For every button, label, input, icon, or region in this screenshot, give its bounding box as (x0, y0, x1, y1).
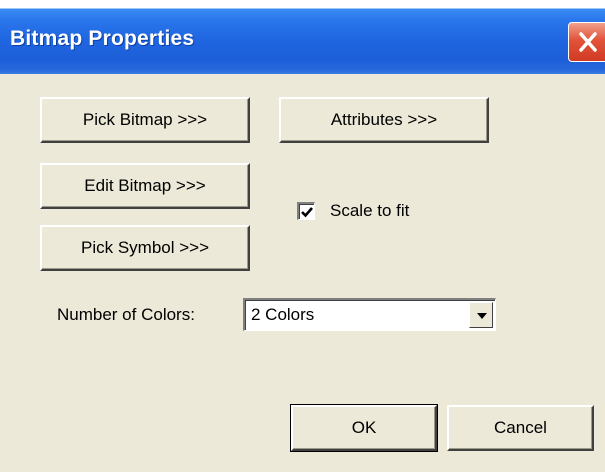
pick-symbol-button[interactable]: Pick Symbol >>> (40, 225, 250, 271)
ok-button[interactable]: OK (290, 404, 438, 452)
number-of-colors-label: Number of Colors: (57, 305, 195, 324)
edit-bitmap-button[interactable]: Edit Bitmap >>> (40, 163, 250, 209)
pick-bitmap-button[interactable]: Pick Bitmap >>> (40, 97, 250, 143)
close-button[interactable] (568, 22, 605, 62)
scale-to-fit-label: Scale to fit (330, 201, 410, 220)
scale-to-fit-checkbox[interactable] (297, 202, 315, 220)
number-of-colors-select[interactable]: 2 Colors (243, 298, 496, 331)
bitmap-properties-dialog: Bitmap Properties Pick Bitmap >>> Attrib… (0, 0, 605, 472)
scale-to-fit-option[interactable]: Scale to fit (297, 199, 409, 223)
window-title: Bitmap Properties (10, 27, 195, 50)
attributes-button[interactable]: Attributes >>> (279, 97, 489, 143)
dropdown-button[interactable] (469, 302, 493, 328)
number-of-colors-value: 2 Colors (251, 305, 315, 324)
title-bar: Bitmap Properties (0, 0, 605, 74)
cancel-button[interactable]: Cancel (447, 405, 594, 451)
